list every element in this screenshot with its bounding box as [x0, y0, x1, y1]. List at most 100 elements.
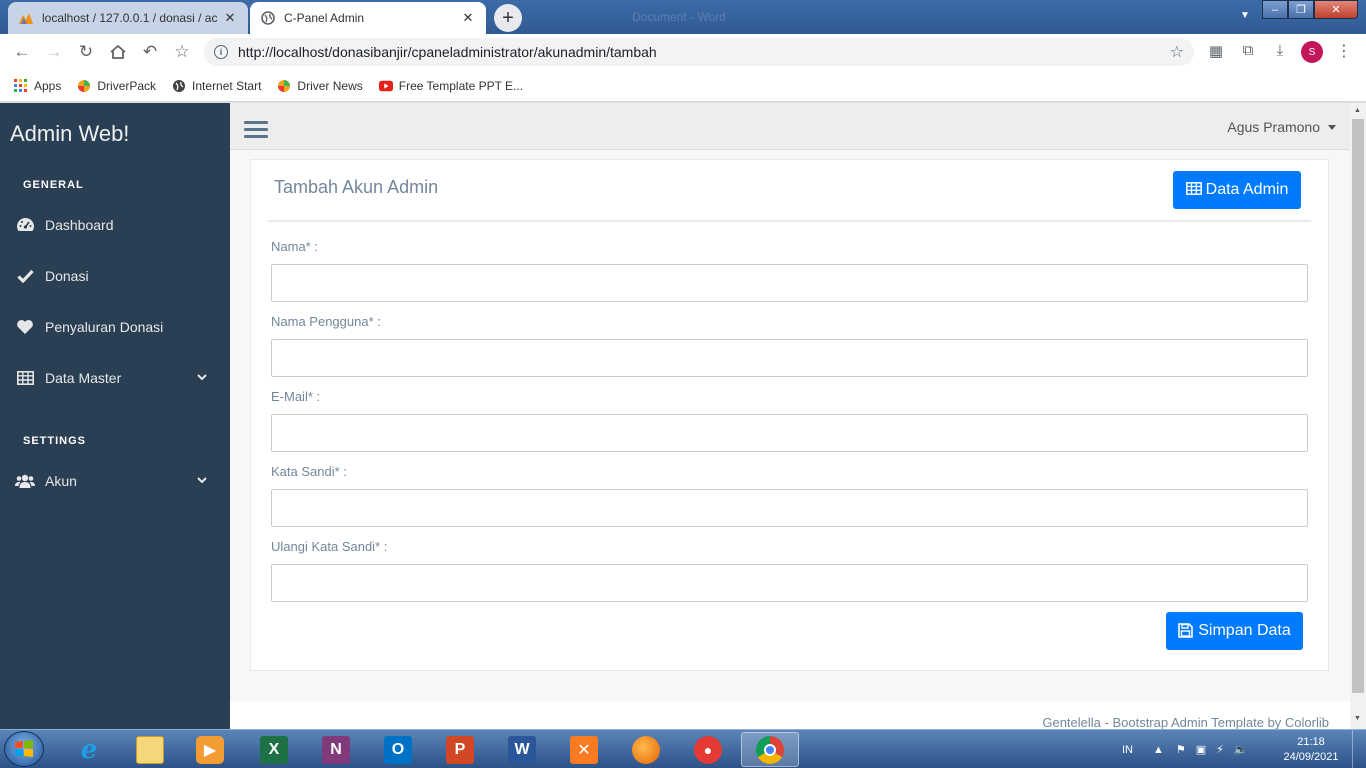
close-window-button[interactable]: ✕ [1314, 0, 1358, 19]
clock-time: 21:18 [1297, 736, 1325, 748]
volume-icon[interactable]: 🔈 [1234, 743, 1248, 756]
sidebar-item-akun[interactable]: Akun [0, 461, 230, 501]
panel-divider [268, 220, 1311, 222]
sidebar-item-dashboard[interactable]: Dashboard [0, 205, 230, 245]
undo-icon[interactable]: ↶ [138, 40, 162, 64]
show-desktop-button[interactable] [1352, 730, 1366, 768]
bookmark-label: Driver News [297, 78, 363, 93]
page-scrollbar[interactable]: ▲ ▼ [1350, 103, 1366, 729]
power-icon[interactable]: ⚡ [1216, 743, 1224, 756]
start-button[interactable] [4, 731, 44, 767]
internet-explorer-icon: e [80, 734, 98, 765]
bookmarks-bar: Apps DriverPack Internet Start Driver Ne… [0, 70, 1366, 102]
taskbar-powerpoint[interactable]: P [431, 732, 489, 767]
tab-phpmyadmin[interactable]: localhost / 127.0.0.1 / donasi / ac ✕ [8, 2, 248, 34]
dashboard-icon [15, 216, 35, 234]
taskbar-excel[interactable]: X [245, 732, 303, 767]
sidebar-item-data-master[interactable]: Data Master [0, 358, 230, 398]
chevron-down-icon [196, 474, 208, 486]
excel-icon: X [260, 735, 288, 764]
globe-icon [172, 79, 186, 93]
email-field[interactable] [271, 414, 1308, 452]
taskbar-onenote[interactable]: N [307, 732, 365, 767]
bookmark-internet-start[interactable]: Internet Start [172, 79, 261, 93]
minimize-button[interactable]: – [1262, 0, 1288, 19]
ulangi-kata-sandi-field[interactable] [271, 564, 1308, 602]
browser-title-bar: localhost / 127.0.0.1 / donasi / ac ✕ C-… [0, 0, 1366, 34]
scrollbar-thumb[interactable] [1352, 119, 1364, 693]
taskbar-word[interactable]: W [493, 732, 551, 767]
back-icon[interactable]: ← [10, 40, 34, 64]
taskbar-xampp[interactable]: ✕ [555, 732, 613, 767]
taskbar-chrome[interactable] [741, 732, 799, 767]
browser-menu-icon[interactable]: ⋮ [1336, 41, 1352, 61]
heart-icon [15, 318, 35, 336]
bookmark-driverpack[interactable]: DriverPack [77, 79, 156, 93]
site-info-icon[interactable]: i [214, 45, 228, 59]
tab-cpanel-admin[interactable]: C-Panel Admin ✕ [250, 2, 486, 34]
scroll-up-icon[interactable]: ▲ [1354, 107, 1361, 114]
footer-credit[interactable]: Gentelella - Bootstrap Admin Template by… [1042, 715, 1329, 729]
youtube-icon [378, 79, 393, 93]
bookmark-driver-news[interactable]: Driver News [277, 78, 363, 93]
new-tab-button[interactable]: + [494, 4, 522, 32]
close-tab-icon[interactable]: ✕ [460, 10, 476, 26]
kata-sandi-field[interactable] [271, 489, 1308, 527]
maximize-button[interactable]: ❐ [1288, 0, 1314, 19]
panel-title: Tambah Akun Admin [274, 177, 439, 197]
firefox-icon [632, 735, 660, 764]
taskbar-media-player[interactable]: ▶ [181, 732, 239, 767]
menu-toggle-icon[interactable] [244, 121, 268, 141]
media-player-icon: ▶ [196, 735, 224, 764]
address-bar[interactable]: i http://localhost/donasibanjir/cpanelad… [204, 38, 1194, 66]
profile-avatar[interactable]: S [1301, 41, 1323, 63]
button-label: Simpan Data [1198, 622, 1291, 639]
save-icon [1178, 623, 1194, 639]
close-tab-icon[interactable]: ✕ [222, 10, 238, 26]
url-text[interactable]: http://localhost/donasibanjir/cpaneladmi… [238, 44, 1170, 60]
users-icon [15, 472, 35, 490]
extensions-grid-icon[interactable]: ▦ [1206, 42, 1226, 60]
bookmark-apps[interactable]: Apps [14, 78, 61, 93]
simpan-data-button[interactable]: Simpan Data [1166, 612, 1303, 650]
taskbar-file-explorer[interactable] [121, 732, 179, 767]
sidebar-item-label: Dashboard [45, 217, 114, 233]
data-admin-button[interactable]: Data Admin [1173, 171, 1301, 209]
nama-pengguna-label: Nama Pengguna* : [271, 314, 381, 329]
word-icon: W [508, 735, 536, 764]
windows-logo-icon [15, 740, 33, 757]
network-icon[interactable]: ▣ [1196, 743, 1206, 756]
language-indicator[interactable]: IN [1122, 744, 1133, 756]
crop-icon[interactable]: ⧉ [1238, 42, 1258, 59]
bookmark-page-icon[interactable]: ☆ [1170, 42, 1184, 62]
forward-icon[interactable]: → [42, 40, 66, 64]
button-label: Data Admin [1205, 181, 1289, 198]
apps-grid-icon [14, 78, 28, 93]
bookmark-label: Internet Start [192, 78, 262, 93]
browser-toolbar: ← → ↻ ↶ ☆ i http://localhost/donasibanji… [0, 34, 1366, 70]
tab-search-icon[interactable]: ▼ [1240, 10, 1250, 21]
taskbar-toolbox[interactable]: ● [679, 732, 737, 767]
driverpack-icon [77, 79, 91, 93]
show-hidden-icons-icon[interactable]: ▲ [1153, 744, 1164, 756]
windows-taskbar: e ▶ X N O P W ✕ ● IN ▲ ⚑ ▣ ⚡ 🔈 21:18 24/… [0, 729, 1366, 768]
bookmark-star-icon[interactable]: ☆ [170, 40, 194, 64]
reload-icon[interactable]: ↻ [74, 40, 98, 64]
taskbar-internet-explorer[interactable]: e [60, 732, 118, 767]
taskbar-clock[interactable]: 21:18 24/09/2021 [1280, 735, 1342, 765]
page-footer: Gentelella - Bootstrap Admin Template by… [230, 701, 1350, 729]
sidebar-item-donasi[interactable]: Donasi [0, 256, 230, 296]
taskbar-firefox[interactable] [617, 732, 675, 767]
download-icon[interactable]: ⤓ [1270, 42, 1290, 59]
user-dropdown[interactable]: Agus Pramono [1227, 119, 1336, 135]
nama-pengguna-field[interactable] [271, 339, 1308, 377]
action-center-icon[interactable]: ⚑ [1176, 743, 1186, 756]
home-icon[interactable] [106, 40, 130, 64]
sidebar-item-penyaluran-donasi[interactable]: Penyaluran Donasi [0, 307, 230, 347]
nama-field[interactable] [271, 264, 1308, 302]
sidebar-item-label: Data Master [45, 370, 122, 386]
brand-title[interactable]: Admin Web! [10, 121, 129, 147]
bookmark-free-template[interactable]: Free Template PPT E... [378, 79, 523, 93]
scroll-down-icon[interactable]: ▼ [1354, 715, 1361, 722]
taskbar-outlook[interactable]: O [369, 732, 427, 767]
